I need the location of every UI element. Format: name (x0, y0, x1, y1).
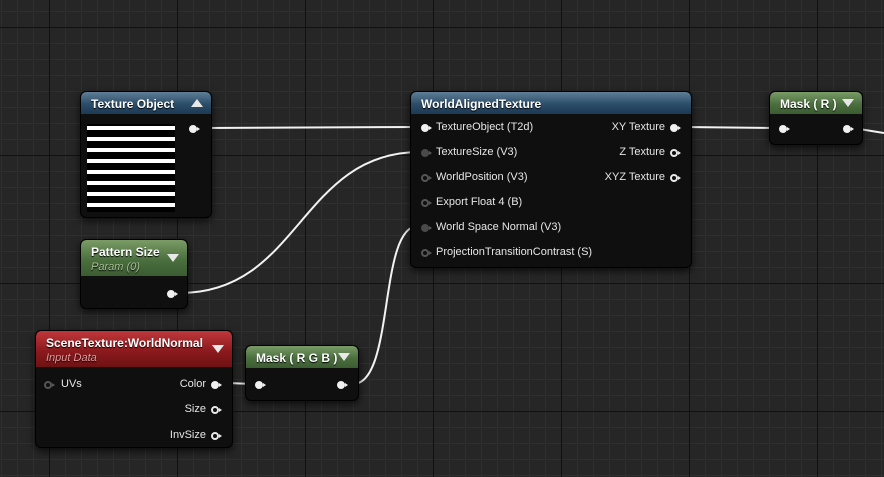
world-aligned-texture-header[interactable]: WorldAlignedTexture (411, 92, 691, 114)
pattern-size-output-pin-icon[interactable] (167, 290, 178, 298)
projection-contrast-input-pin-icon[interactable] (421, 249, 432, 257)
world-aligned-texture-node[interactable]: WorldAlignedTexture TextureObject (T2d) … (410, 91, 692, 268)
expand-arrow-icon[interactable] (167, 254, 179, 262)
input-label-world-space-normal: World Space Normal (V3) (436, 221, 562, 233)
mask-rgb-title: Mask ( R G B ) (256, 351, 338, 365)
world-position-input-pin-icon[interactable] (421, 174, 432, 182)
invsize-output-label: InvSize (169, 429, 206, 441)
texture-object-node[interactable]: Texture Object (80, 91, 212, 218)
texture-object-title: Texture Object (91, 97, 175, 111)
mask-r-input-pin-icon[interactable] (779, 125, 790, 133)
input-label-projection-contrast: ProjectionTransitionContrast (S) (436, 246, 593, 258)
pattern-size-header[interactable]: Pattern Size Param (0) (81, 240, 187, 276)
wire-xy-to-mask-r (683, 126, 779, 129)
invsize-output-pin-icon[interactable] (211, 432, 222, 440)
world-space-normal-input-pin-icon[interactable] (421, 224, 432, 232)
input-label-texture-size: TextureSize (V3) (436, 146, 518, 158)
export-float4-input-pin-icon[interactable] (421, 199, 432, 207)
expand-arrow-icon[interactable] (842, 99, 854, 107)
scene-texture-subtitle: Input Data (46, 352, 97, 364)
wire-pattern-size (179, 151, 421, 294)
xy-texture-output-pin-icon[interactable] (670, 124, 681, 132)
color-output-label: Color (179, 378, 206, 390)
pattern-size-node[interactable]: Pattern Size Param (0) (80, 239, 188, 309)
uvs-input-label: UVs (61, 378, 82, 390)
color-output-pin-icon[interactable] (211, 381, 222, 389)
expand-arrow-icon[interactable] (212, 345, 224, 353)
collapse-arrow-icon[interactable] (191, 99, 203, 107)
texture-object-header[interactable]: Texture Object (81, 92, 211, 114)
pattern-size-title: Pattern Size (91, 245, 160, 259)
scene-texture-node[interactable]: SceneTexture:WorldNormal Input Data UVs … (35, 330, 233, 448)
scene-texture-header[interactable]: SceneTexture:WorldNormal Input Data (36, 331, 232, 367)
texture-object-input-pin-icon[interactable] (421, 124, 432, 132)
output-label-xyz-texture: XYZ Texture (604, 171, 665, 183)
texture-output-pin-icon[interactable] (189, 125, 200, 133)
size-output-label: Size (184, 403, 206, 415)
mask-r-title: Mask ( R ) (780, 97, 837, 111)
output-label-z-texture: Z Texture (619, 146, 665, 158)
world-aligned-texture-title: WorldAlignedTexture (421, 97, 542, 111)
mask-rgb-header[interactable]: Mask ( R G B ) (246, 346, 358, 368)
mask-r-header[interactable]: Mask ( R ) (770, 92, 862, 114)
wire-mask-rgb-to-normal (352, 225, 419, 385)
mask-r-node[interactable]: Mask ( R ) (769, 91, 863, 145)
expand-arrow-icon[interactable] (338, 353, 350, 361)
mask-rgb-input-pin-icon[interactable] (255, 381, 266, 389)
texture-preview-thumbnail (87, 124, 175, 212)
input-label-texture-object: TextureObject (T2d) (436, 121, 534, 133)
z-texture-output-pin-icon[interactable] (670, 149, 681, 157)
input-label-world-position: WorldPosition (V3) (436, 171, 528, 183)
scene-texture-title: SceneTexture:WorldNormal (46, 336, 203, 350)
input-label-export-float4: Export Float 4 (B) (436, 196, 523, 208)
mask-r-output-pin-icon[interactable] (843, 125, 854, 133)
texture-size-input-pin-icon[interactable] (421, 149, 432, 157)
output-label-xy-texture: XY Texture (611, 121, 665, 133)
mask-rgb-output-pin-icon[interactable] (337, 381, 348, 389)
wire-texture-object (204, 126, 421, 129)
size-output-pin-icon[interactable] (211, 406, 222, 414)
mask-rgb-node[interactable]: Mask ( R G B ) (245, 345, 359, 401)
uvs-input-pin-icon[interactable] (44, 381, 55, 389)
xyz-texture-output-pin-icon[interactable] (670, 174, 681, 182)
pattern-size-subtitle: Param (0) (91, 261, 140, 273)
